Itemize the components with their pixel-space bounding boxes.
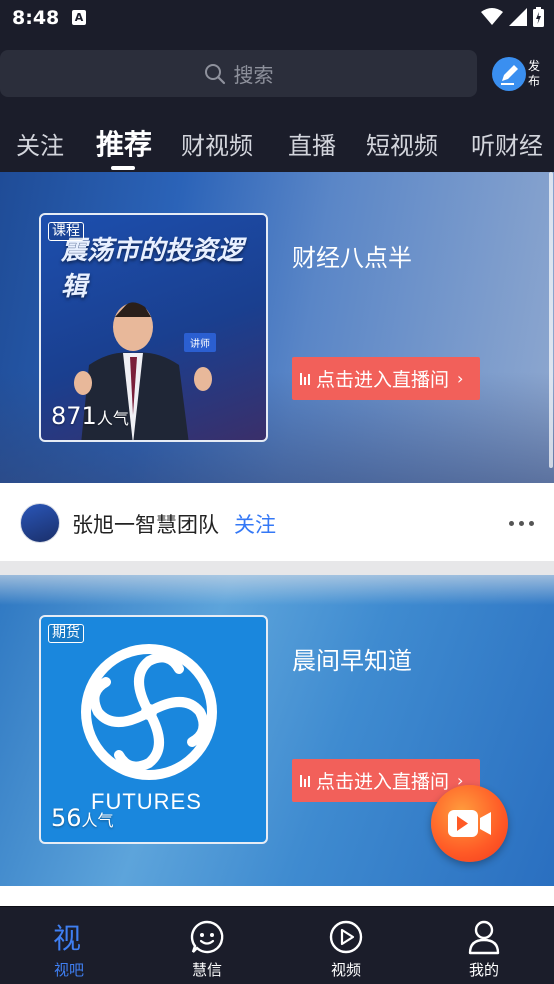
views-count: 56人气 [51,804,114,832]
scrollbar[interactable] [549,172,553,468]
pen-icon [492,57,526,91]
wifi-icon [481,8,503,25]
live-title: 晨间早知道 [292,647,412,675]
app-screen: 8:48 A 搜索 发布 关注 推荐 财视频 直播 短视频 听财经 震荡市的投资… [0,0,554,984]
category-tabs: 关注 推荐 财视频 直播 短视频 听财经 [0,118,554,170]
bottom-nav: 视 视吧 慧信 视频 我的 [0,906,554,984]
nav-label: 慧信 [191,961,222,979]
nav-label: 视吧 [53,961,84,979]
author-row[interactable]: 张旭一智慧团队 关注 [0,483,554,561]
publish-button[interactable]: 发布 [490,55,546,95]
battery-icon [533,7,544,27]
tab-active-indicator [111,166,135,170]
search-placeholder: 搜索 [233,63,274,87]
more-icon[interactable] [509,521,534,526]
category-badge: 期货 [48,624,84,643]
play-icon [329,920,363,954]
follow-button[interactable]: 关注 [234,509,276,539]
live-title: 财经八点半 [292,244,412,272]
live-thumbnail[interactable]: 震荡市的投资逻辑 讲师 课程 871人气 [39,213,268,442]
tab-follow[interactable]: 关注 [16,126,64,161]
divider [0,561,554,575]
views-count: 871人气 [51,402,129,430]
video-camera-icon [448,810,491,837]
live-bars-icon [300,774,310,787]
enter-live-label: 点击进入直播间 [316,771,450,793]
search-icon [204,63,225,84]
chevron-right-icon: › [457,369,464,388]
live-card[interactable]: 震荡市的投资逻辑 讲师 课程 871人气 财经八点半 点击进入直播间 › [0,172,554,483]
live-bars-icon [300,372,310,385]
author-name[interactable]: 张旭一智慧团队 [72,509,219,539]
video-camera-button[interactable] [431,785,508,862]
tab-listen-finance[interactable]: 听财经 [471,126,543,161]
search-bar[interactable]: 搜索 [0,50,477,97]
nav-label: 视频 [330,961,361,979]
poster-tag: 讲师 [184,333,216,352]
card-backdrop [0,575,554,605]
live-thumbnail[interactable]: FUTURES 期货 56人气 [39,615,268,844]
tab-short-video[interactable]: 短视频 [366,126,438,161]
notification-icon: A [72,10,86,25]
nav-shiba[interactable]: 视 视吧 [0,907,138,984]
nav-huixin[interactable]: 慧信 [138,907,276,984]
category-badge: 课程 [48,222,84,241]
user-icon [468,920,500,955]
nav-label: 我的 [468,961,499,979]
tab-finance-video[interactable]: 财视频 [181,126,253,161]
enter-live-label: 点击进入直播间 [316,369,450,391]
avatar[interactable] [20,503,60,543]
shiba-icon: 视 [53,922,81,955]
nav-video[interactable]: 视频 [277,907,415,984]
system-icons [481,6,544,28]
chat-icon [190,920,224,954]
publish-label: 发布 [528,59,541,88]
tab-recommend[interactable]: 推荐 [96,123,152,163]
signal-icon [509,8,527,26]
nav-profile[interactable]: 我的 [415,907,553,984]
status-time: 8:48 [12,7,60,29]
status-bar: 8:48 A [0,0,554,38]
tab-live[interactable]: 直播 [288,126,336,161]
enter-live-button[interactable]: 点击进入直播间 › [292,357,480,400]
svg-text:视: 视 [53,922,81,955]
